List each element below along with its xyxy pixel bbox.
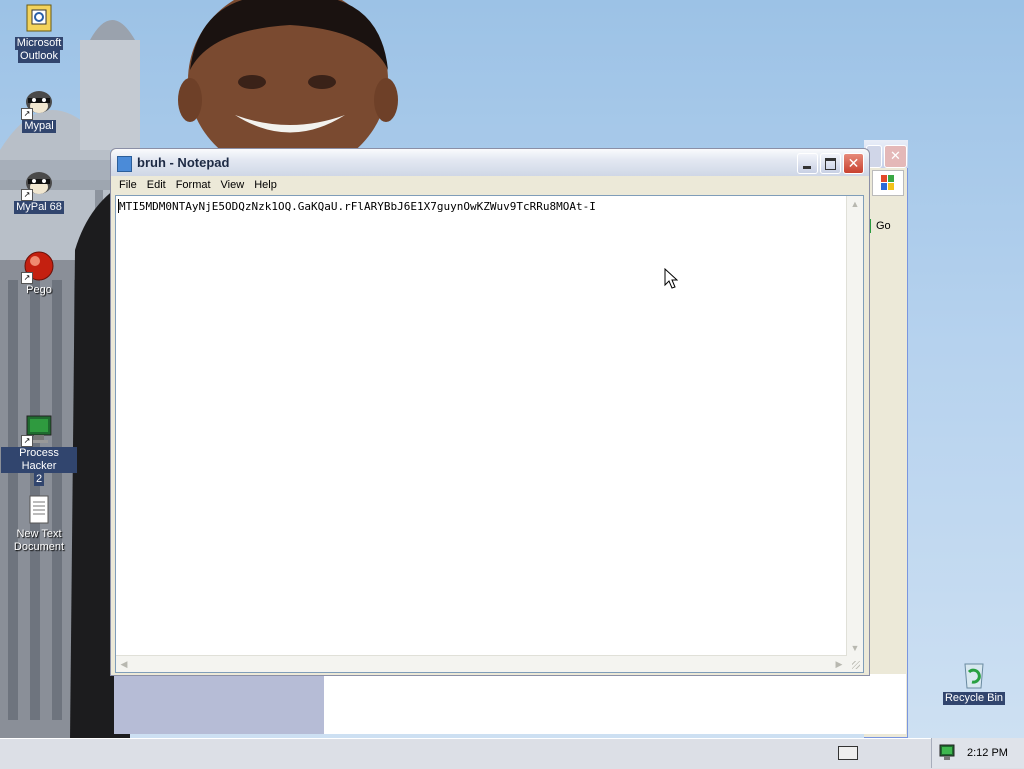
desktop-icon-microsoft-outlook[interactable]: Microsoft Outlook	[1, 3, 77, 63]
go-label: Go	[876, 220, 891, 232]
go-button[interactable]: Go	[866, 216, 904, 236]
windows-logo-icon	[872, 170, 904, 196]
notepad-titlebar[interactable]: bruh - Notepad ✕	[111, 149, 869, 176]
monitor-icon: ↗	[21, 413, 55, 447]
desktop-icon-label-line2: Outlook	[18, 50, 60, 63]
keyboard-icon[interactable]	[838, 746, 858, 760]
recycle-bin-icon	[958, 658, 990, 690]
menu-file[interactable]: File	[114, 176, 142, 194]
scroll-left-icon[interactable]: ◀	[116, 656, 132, 672]
scroll-down-icon[interactable]: ▼	[847, 640, 863, 656]
desktop-icon-label: MyPal 68	[14, 201, 64, 214]
desktop-icon-label: New Text	[16, 528, 62, 540]
scroll-up-icon[interactable]: ▲	[847, 196, 863, 212]
shortcut-arrow-icon: ↗	[21, 189, 33, 201]
minimize-button[interactable]	[797, 153, 818, 174]
shortcut-arrow-icon: ↗	[21, 272, 33, 284]
desktop-icon-label: Microsoft	[14, 37, 64, 50]
process-monitor-tray-icon[interactable]	[939, 744, 957, 761]
desktop-icon-new-text-document[interactable]: New Text Document	[1, 494, 77, 554]
desktop-icon-process-hacker-2[interactable]: ↗ Process Hacker 2	[1, 413, 77, 486]
menu-help[interactable]: Help	[249, 176, 282, 194]
mouse-pointer-icon	[664, 268, 678, 289]
shortcut-arrow-icon: ↗	[21, 435, 33, 447]
close-icon: ✕	[847, 155, 860, 171]
menu-bar: File Edit Format View Help	[114, 176, 866, 194]
desktop-icon-label-line2: 2	[33, 473, 45, 486]
desktop-icon-label: Recycle Bin	[942, 692, 1006, 705]
resize-grip[interactable]	[847, 656, 863, 672]
horizontal-scrollbar[interactable]: ◀ ▶	[116, 655, 847, 672]
desktop-icon-label: Process Hacker	[1, 447, 77, 473]
desktop-icon-label-line2: Document	[13, 541, 65, 553]
menu-edit[interactable]: Edit	[142, 176, 171, 194]
taskbar	[0, 738, 1024, 769]
desktop-icon-pego[interactable]: ↗ Pego	[1, 250, 77, 297]
menu-format[interactable]: Format	[171, 176, 216, 194]
raccoon-icon: ↗	[21, 167, 55, 201]
red-orb-icon: ↗	[21, 250, 55, 284]
document-text: MTI5MDM0NTAyNjE5ODQzNzk1OQ.GaKQaU.rFlARY…	[119, 200, 596, 213]
outlook-icon	[23, 3, 55, 35]
desktop-icon-label: Mypal	[22, 120, 56, 133]
window-title: bruh - Notepad	[137, 155, 230, 170]
notepad-icon	[117, 156, 132, 172]
background-window-content	[114, 674, 906, 734]
background-window-close-button[interactable]: ✕	[884, 145, 907, 168]
shortcut-arrow-icon: ↗	[21, 108, 33, 120]
maximize-button[interactable]	[820, 153, 841, 174]
raccoon-icon: ↗	[21, 86, 55, 120]
desktop-icon-recycle-bin[interactable]: Recycle Bin	[936, 658, 1012, 705]
desktop-icon-mypal-68[interactable]: ↗ MyPal 68	[1, 167, 77, 214]
menu-view[interactable]: View	[216, 176, 250, 194]
desktop-icon-label: Pego	[26, 284, 52, 296]
text-editor-area[interactable]: MTI5MDM0NTAyNjE5ODQzNzk1OQ.GaKQaU.rFlARY…	[115, 195, 864, 673]
scroll-right-icon[interactable]: ▶	[831, 656, 847, 672]
notepad-window[interactable]: bruh - Notepad ✕ File Edit Format View Help …	[110, 148, 870, 676]
close-button[interactable]: ✕	[843, 153, 864, 174]
desktop-icon-mypal[interactable]: ↗ Mypal	[1, 86, 77, 133]
vertical-scrollbar[interactable]: ▲ ▼	[846, 196, 863, 656]
taskbar-clock[interactable]: 2:12 PM	[967, 747, 1008, 759]
text-document-icon	[23, 494, 55, 526]
